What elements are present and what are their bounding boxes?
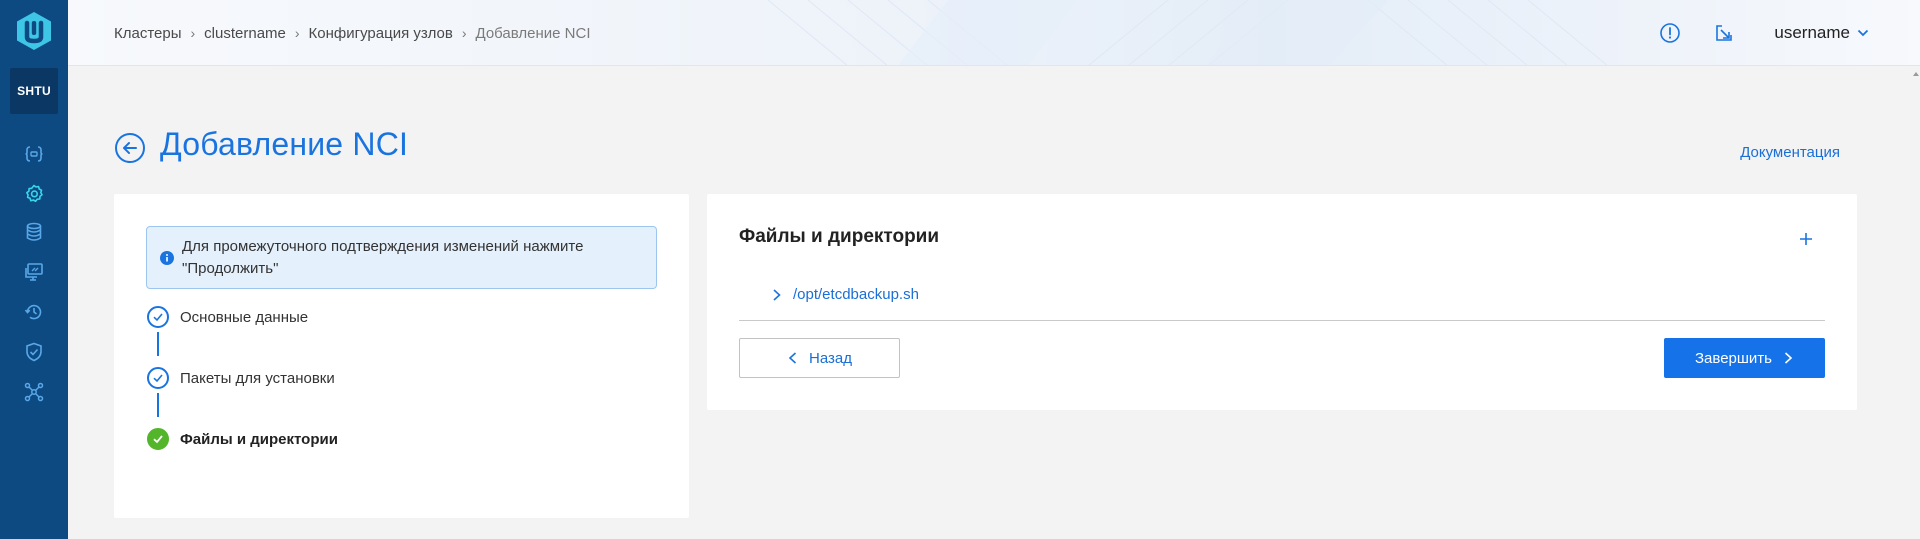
chevron-right-icon: ›	[461, 25, 467, 41]
nav-monitor-icon[interactable]	[20, 258, 48, 286]
step-label: Пакеты для установки	[180, 369, 335, 387]
breadcrumb-clusters[interactable]: Кластеры	[114, 25, 182, 42]
step-label: Файлы и директории	[180, 430, 338, 448]
stepper-panel: Для промежуточного подтверждения изменен…	[114, 194, 689, 518]
check-icon	[147, 367, 169, 389]
alert-circle-icon[interactable]	[1656, 19, 1684, 47]
chevron-right-icon: ›	[294, 25, 300, 41]
page-title: Добавление NCI	[160, 126, 409, 162]
chevron-down-icon	[1857, 29, 1869, 37]
scroll-up-arrow-icon[interactable]	[1912, 66, 1920, 80]
step-packages[interactable]: Пакеты для установки	[147, 367, 335, 389]
section-title: Файлы и директории	[739, 226, 940, 247]
nav-database-icon[interactable]	[20, 218, 48, 246]
check-icon	[147, 306, 169, 328]
nav-backup-restore-icon[interactable]	[20, 298, 48, 326]
header-actions: username	[1630, 0, 1870, 65]
breadcrumb: Кластеры › clustername › Конфигурация уз…	[114, 0, 591, 65]
back-button-label: Назад	[809, 349, 852, 367]
nav-braces-icon[interactable]	[20, 140, 48, 168]
file-path: /opt/etcdbackup.sh	[793, 286, 919, 303]
breadcrumb-node-config[interactable]: Конфигурация узлов	[309, 25, 453, 42]
step-connector	[157, 332, 159, 356]
info-alert: Для промежуточного подтверждения изменен…	[146, 226, 657, 289]
add-file-plus-icon[interactable]	[1795, 228, 1817, 250]
finish-button-label: Завершить	[1695, 349, 1772, 367]
user-menu[interactable]: username	[1774, 23, 1870, 43]
nav-shield-check-icon[interactable]	[20, 338, 48, 366]
file-item[interactable]: /opt/etcdbackup.sh	[771, 286, 919, 303]
info-text: Для промежуточного подтверждения изменен…	[182, 238, 584, 277]
chevron-right-icon: ›	[190, 25, 196, 41]
check-success-icon	[147, 428, 169, 450]
breadcrumb-current: Добавление NCI	[475, 24, 591, 42]
nav-gear-icon[interactable]	[20, 180, 48, 208]
step-files[interactable]: Файлы и директории	[147, 428, 338, 450]
top-header: Кластеры › clustername › Конфигурация уз…	[68, 0, 1920, 66]
chevron-right-icon	[1784, 352, 1793, 364]
step-basic-data[interactable]: Основные данные	[147, 306, 308, 328]
breadcrumb-cluster[interactable]: clustername	[204, 25, 286, 42]
product-logo[interactable]	[13, 10, 55, 52]
back-arrow-icon[interactable]	[114, 132, 146, 164]
documentation-link[interactable]: Документация	[1740, 144, 1840, 161]
info-icon	[160, 251, 174, 265]
step-connector	[157, 393, 159, 417]
divider	[739, 320, 1825, 321]
step-label: Основные данные	[180, 308, 309, 326]
files-panel: Файлы и директории /opt/etcdbackup.sh На…	[707, 194, 1857, 410]
open-window-icon[interactable]	[1710, 19, 1738, 47]
username: username	[1774, 23, 1850, 42]
cluster-badge[interactable]: SHTU	[10, 68, 58, 114]
chevron-left-icon	[788, 352, 797, 364]
nav-network-nodes-icon[interactable]	[20, 378, 48, 406]
back-button[interactable]: Назад	[739, 338, 900, 378]
sidebar: SHTU	[0, 0, 68, 539]
finish-button[interactable]: Завершить	[1664, 338, 1825, 378]
chevron-right-icon	[773, 288, 781, 301]
